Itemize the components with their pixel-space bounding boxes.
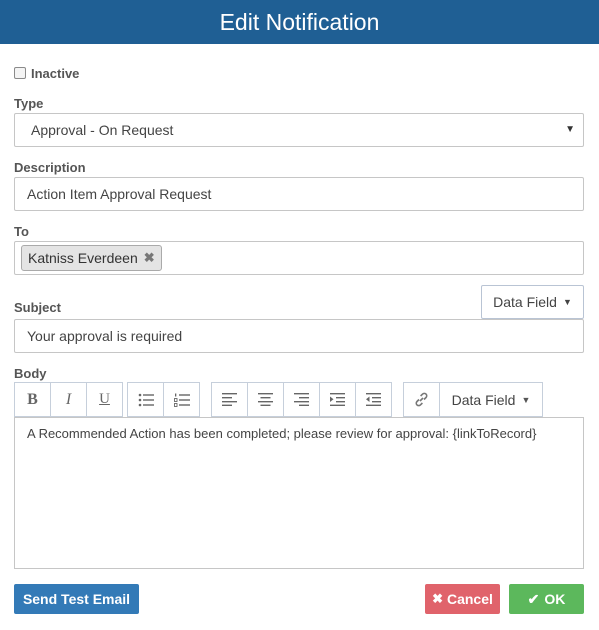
cancel-button[interactable]: ✖ Cancel: [425, 584, 500, 614]
italic-button[interactable]: I: [50, 382, 87, 417]
ok-button[interactable]: ✔ OK: [509, 584, 584, 614]
insert-group: Data Field ▼: [403, 382, 543, 417]
list-group: [127, 382, 200, 417]
underline-icon: U: [99, 391, 110, 407]
align-right-button[interactable]: [283, 382, 320, 417]
description-value: Action Item Approval Request: [27, 186, 212, 202]
indent-button[interactable]: [319, 382, 356, 417]
send-test-email-label: Send Test Email: [22, 591, 131, 607]
caret-down-icon: ▼: [562, 297, 572, 307]
recipient-chip: Katniss Everdeen ✖: [21, 245, 162, 271]
caret-down-icon: ▼: [521, 394, 531, 405]
bold-button[interactable]: B: [14, 382, 51, 417]
subject-data-field-label: Data Field: [493, 294, 557, 310]
underline-button[interactable]: U: [86, 382, 123, 417]
align-left-icon: [222, 393, 237, 406]
subject-data-field-dropdown[interactable]: Data Field ▼: [481, 285, 584, 319]
cancel-label: Cancel: [446, 591, 493, 607]
indent-icon: [330, 393, 345, 406]
inactive-label: Inactive: [31, 65, 80, 81]
ok-label: OK: [544, 591, 566, 607]
description-label: Description: [14, 160, 86, 175]
recipient-chip-name: Katniss Everdeen: [28, 250, 138, 266]
body-editor[interactable]: A Recommended Action has been completed;…: [14, 417, 584, 569]
to-label: To: [14, 224, 29, 239]
close-icon: ✖: [432, 591, 443, 606]
bullet-list-icon: [138, 393, 154, 406]
align-right-icon: [294, 393, 309, 406]
bullet-list-button[interactable]: [127, 382, 164, 417]
italic-icon: I: [65, 390, 72, 408]
dialog-header: Edit Notification: [0, 0, 599, 44]
outdent-icon: [366, 393, 381, 406]
body-label: Body: [14, 366, 47, 381]
dialog-title: Edit Notification: [219, 8, 380, 35]
chevron-down-icon: ▼: [565, 124, 575, 135]
align-center-button[interactable]: [247, 382, 284, 417]
type-select[interactable]: Approval - On Request ▼: [14, 113, 584, 147]
check-icon: ✔: [527, 590, 540, 607]
subject-input[interactable]: Your approval is required: [14, 319, 584, 353]
outdent-button[interactable]: [355, 382, 392, 417]
link-icon: [415, 392, 428, 407]
numbered-list-button[interactable]: [163, 382, 200, 417]
format-group: B I U: [14, 382, 123, 417]
align-group: [211, 382, 392, 417]
subject-label: Subject: [14, 300, 61, 315]
description-input[interactable]: Action Item Approval Request: [14, 177, 584, 211]
body-text: A Recommended Action has been completed;…: [27, 426, 537, 441]
subject-value: Your approval is required: [27, 328, 183, 344]
to-recipients-input[interactable]: Katniss Everdeen ✖: [14, 241, 584, 275]
body-data-field-label: Data Field: [451, 391, 516, 408]
send-test-email-button[interactable]: Send Test Email: [14, 584, 139, 614]
numbered-list-icon: [173, 393, 190, 407]
align-center-icon: [258, 393, 273, 406]
align-left-button[interactable]: [211, 382, 248, 417]
inactive-row[interactable]: Inactive: [14, 64, 79, 82]
bold-icon: B: [27, 390, 38, 408]
inactive-checkbox[interactable]: [14, 67, 26, 79]
body-data-field-dropdown[interactable]: Data Field ▼: [439, 382, 543, 417]
link-button[interactable]: [403, 382, 440, 417]
type-label: Type: [14, 96, 44, 111]
remove-recipient-icon[interactable]: ✖: [144, 250, 155, 266]
type-select-value: Approval - On Request: [31, 122, 174, 138]
